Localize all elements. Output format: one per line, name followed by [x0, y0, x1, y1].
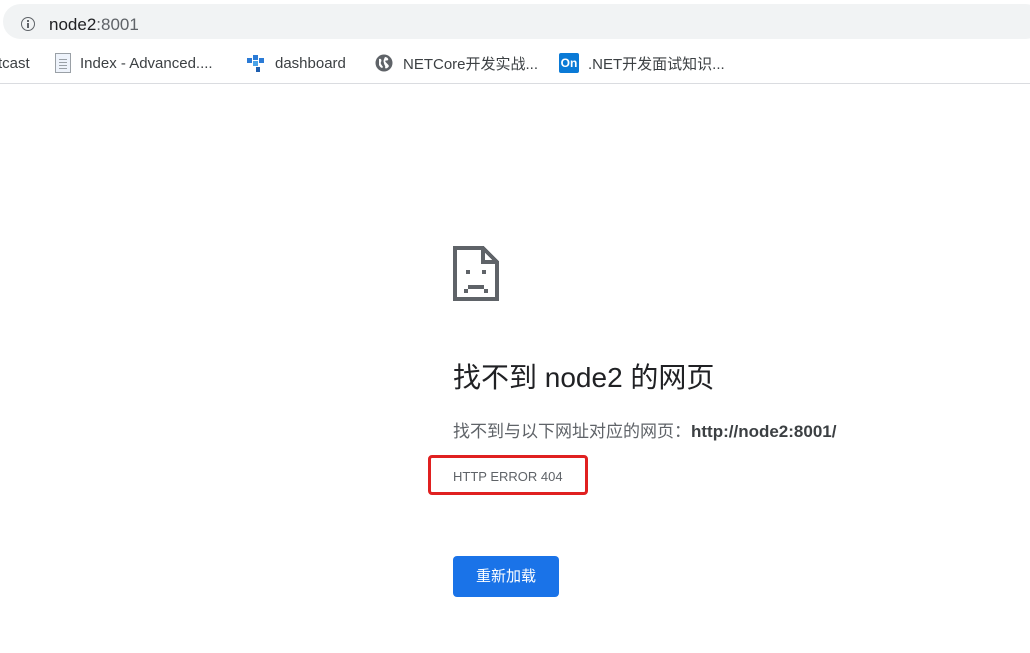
info-icon[interactable]: [21, 17, 35, 31]
bookmark-label: tcast: [0, 54, 30, 72]
page-title: 找不到 node2 的网页: [453, 362, 715, 393]
globe-icon: [374, 53, 394, 73]
url-host: node2: [49, 15, 97, 34]
bookmarks-bar: tcast Index - Advanced.... dashboard NET…: [0, 44, 1030, 84]
address-bar-row: node2:8001: [0, 0, 1030, 44]
bookmark-item[interactable]: tcast: [0, 53, 30, 73]
url-port: :8001: [96, 15, 139, 34]
document-icon: [55, 53, 71, 73]
bookmark-label: .NET开发面试知识...: [588, 55, 725, 73]
bookmark-label: NETCore开发实战...: [403, 55, 539, 73]
address-bar[interactable]: node2:8001: [3, 4, 1030, 39]
description-text: 找不到与以下网址对应的网页：: [453, 422, 691, 441]
bookmark-label: Index - Advanced....: [80, 54, 213, 72]
sad-page-icon: [453, 246, 499, 301]
annotation-box: [428, 455, 588, 495]
dashboard-icon: [246, 53, 266, 73]
error-description: 找不到与以下网址对应的网页：http://node2:8001/: [453, 420, 836, 444]
reload-button[interactable]: 重新加载: [453, 556, 559, 597]
bookmark-item[interactable]: NETCore开发实战...: [374, 53, 538, 73]
bookmark-label: dashboard: [275, 54, 346, 72]
on-badge-icon: On: [559, 53, 579, 73]
address-bar-url[interactable]: node2:8001: [49, 15, 139, 35]
bookmark-item[interactable]: Index - Advanced....: [55, 53, 213, 73]
description-url: http://node2:8001/: [691, 422, 837, 441]
bookmark-item[interactable]: On .NET开发面试知识...: [559, 53, 725, 73]
bookmark-item[interactable]: dashboard: [246, 53, 346, 73]
